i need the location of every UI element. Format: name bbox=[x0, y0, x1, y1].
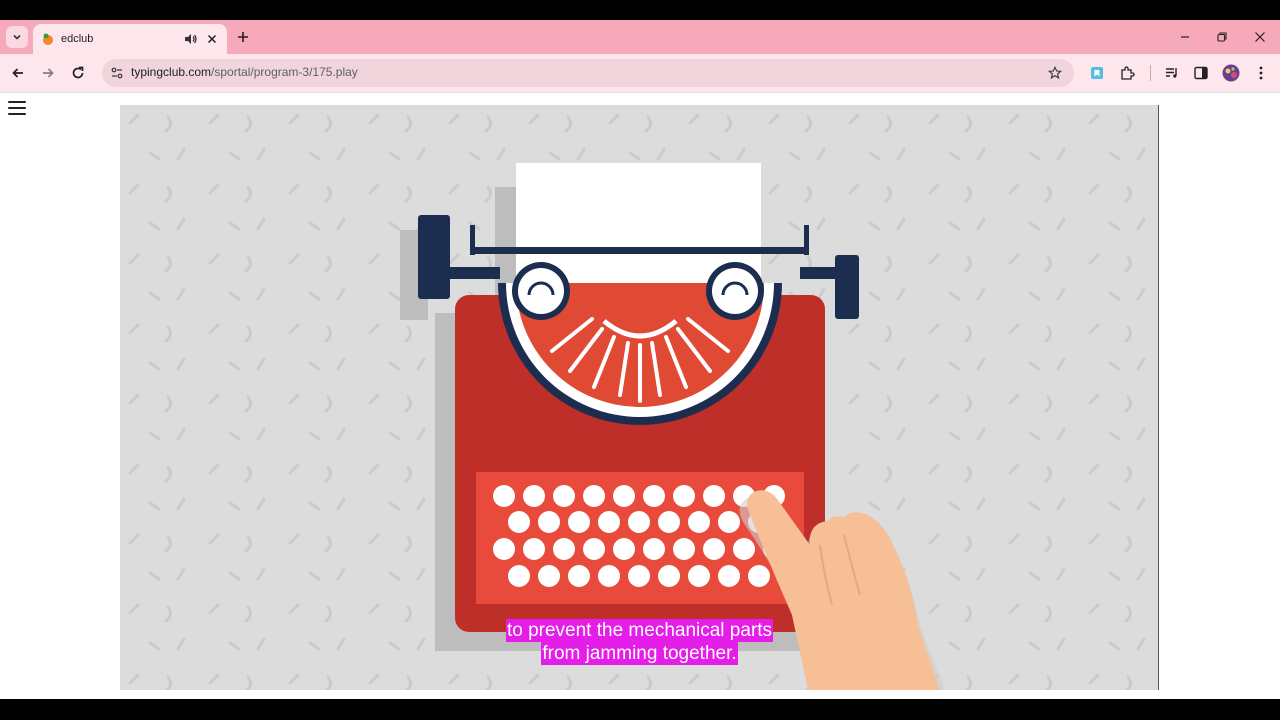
video-player[interactable]: to prevent the mechanical parts from jam… bbox=[120, 105, 1159, 690]
letterbox-top bbox=[0, 0, 1280, 20]
media-controls-icon[interactable] bbox=[1162, 63, 1182, 83]
tab-search-button[interactable] bbox=[6, 26, 28, 48]
new-tab-button[interactable] bbox=[232, 26, 254, 48]
more-menu-icon[interactable] bbox=[1251, 63, 1271, 83]
tab-strip: edclub bbox=[0, 20, 1280, 54]
browser-toolbar: typingclub.com/sportal/program-3/175.pla… bbox=[0, 54, 1280, 92]
letterbox-bottom bbox=[0, 699, 1280, 720]
site-info-icon[interactable] bbox=[108, 64, 126, 82]
tab-close-icon[interactable] bbox=[203, 30, 221, 48]
typewriter-illustration bbox=[120, 105, 1158, 690]
forward-button[interactable] bbox=[36, 61, 60, 85]
restore-button[interactable] bbox=[1210, 26, 1234, 48]
back-arrow-icon bbox=[12, 68, 23, 78]
page-content: to prevent the mechanical parts from jam… bbox=[0, 92, 1280, 699]
reload-button[interactable] bbox=[66, 61, 90, 85]
tab-edclub[interactable]: edclub bbox=[33, 24, 227, 54]
toolbar-separator bbox=[1150, 65, 1151, 81]
close-window-button[interactable] bbox=[1248, 26, 1272, 48]
puzzle-icon[interactable] bbox=[1117, 63, 1137, 83]
address-bar[interactable]: typingclub.com/sportal/program-3/175.pla… bbox=[102, 59, 1074, 87]
url-text[interactable]: typingclub.com/sportal/program-3/175.pla… bbox=[131, 65, 358, 79]
caption-line-1: to prevent the mechanical parts bbox=[505, 619, 774, 642]
edclub-logo-icon bbox=[41, 32, 55, 46]
url-path: /sportal/program-3/175.play bbox=[211, 65, 358, 79]
star-icon bbox=[1048, 66, 1062, 80]
chevron-down-icon bbox=[13, 34, 21, 40]
reload-icon bbox=[72, 66, 84, 79]
video-captions: to prevent the mechanical parts from jam… bbox=[120, 619, 1158, 665]
url-host: typingclub.com bbox=[131, 65, 212, 79]
forward-arrow-icon bbox=[43, 68, 54, 78]
plus-icon bbox=[238, 32, 248, 42]
side-panel-icon[interactable] bbox=[1191, 63, 1211, 83]
minimize-button[interactable] bbox=[1173, 26, 1197, 48]
restore-icon bbox=[1217, 32, 1227, 42]
tab-title: edclub bbox=[61, 33, 94, 45]
speaker-icon[interactable] bbox=[182, 30, 200, 48]
back-button[interactable] bbox=[6, 61, 30, 85]
bookmark-star-button[interactable] bbox=[1046, 64, 1064, 82]
hamburger-menu-icon[interactable] bbox=[8, 101, 26, 115]
extension-bookmark-icon[interactable] bbox=[1087, 63, 1107, 83]
minimize-icon bbox=[1181, 36, 1189, 38]
caption-line-2: from jamming together. bbox=[541, 642, 738, 665]
close-icon bbox=[1255, 32, 1265, 42]
profile-avatar[interactable] bbox=[1221, 63, 1241, 83]
